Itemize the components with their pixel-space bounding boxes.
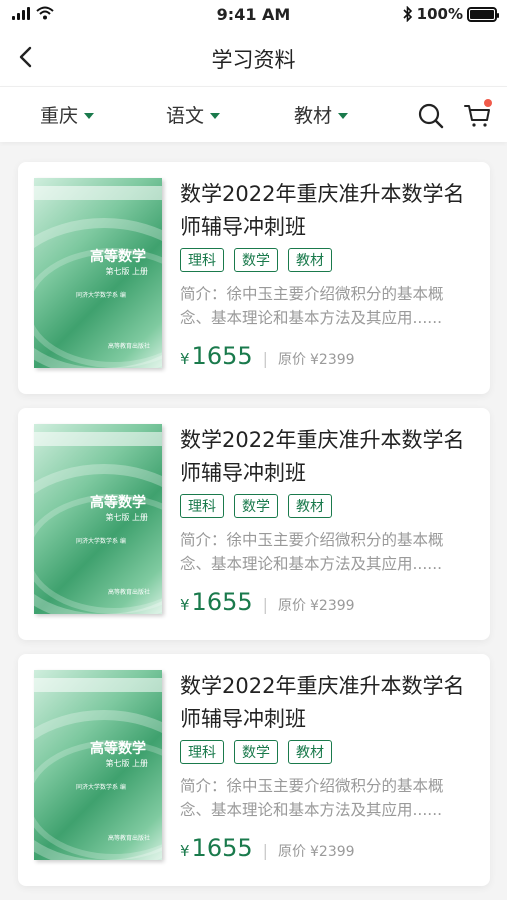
original-price-label: 原价 — [278, 598, 307, 614]
price-row: ¥ 1655 | 原价 ¥2399 — [180, 834, 355, 862]
product-card[interactable]: 高等数学 第七版 上册 同济大学数学系 编 高等教育出版社 数学2022年重庆准… — [18, 162, 490, 394]
status-right: 100% — [403, 5, 499, 23]
original-price: ¥2399 — [310, 844, 355, 860]
cart-badge-dot — [484, 99, 492, 107]
subject-filter-label: 语文 — [166, 105, 205, 127]
tag: 教材 — [288, 494, 332, 518]
caret-down-icon — [84, 112, 95, 119]
product-description: 简介：徐中玉主要介绍微积分的基本概念、基本理论和基本方法及其应用...... — [180, 777, 444, 819]
current-price: 1655 — [191, 834, 253, 862]
cover-edition: 第七版 上册 — [105, 759, 148, 768]
cover-publisher: 高等教育出版社 — [107, 835, 150, 842]
region-filter[interactable]: 重庆 — [40, 101, 95, 128]
cover-title: 高等数学 — [90, 249, 146, 265]
product-title: 数学2022年重庆准升本数学名师辅导冲刺班 — [180, 674, 465, 731]
cover-author: 同济大学数学系 编 — [76, 784, 126, 791]
price-divider: | — [262, 595, 269, 614]
tag-list: 理科 数学 教材 — [180, 248, 332, 272]
price-divider: | — [262, 841, 269, 860]
subject-filter[interactable]: 语文 — [166, 101, 221, 128]
caret-down-icon — [338, 112, 349, 119]
tag: 数学 — [234, 494, 278, 518]
currency-symbol: ¥ — [180, 596, 190, 614]
product-title: 数学2022年重庆准升本数学名师辅导冲刺班 — [180, 428, 465, 485]
current-price: 1655 — [191, 588, 253, 616]
tag: 理科 — [180, 248, 224, 272]
cover-title: 高等数学 — [90, 741, 146, 757]
cover-publisher: 高等教育出版社 — [107, 343, 150, 350]
cover-publisher: 高等教育出版社 — [107, 589, 150, 596]
battery-icon — [467, 6, 499, 22]
type-filter[interactable]: 教材 — [294, 101, 349, 128]
status-bar: 9:41 AM 100% — [0, 0, 507, 30]
product-description: 简介：徐中玉主要介绍微积分的基本概念、基本理论和基本方法及其应用...... — [180, 531, 444, 573]
product-card[interactable]: 高等数学 第七版 上册 同济大学数学系 编 高等教育出版社 数学2022年重庆准… — [18, 408, 490, 640]
currency-symbol: ¥ — [180, 350, 190, 368]
caret-down-icon — [210, 112, 221, 119]
cover-edition: 第七版 上册 — [105, 513, 148, 522]
book-cover-image: 高等数学 第七版 上册 同济大学数学系 编 高等教育出版社 — [34, 178, 162, 368]
book-cover-image: 高等数学 第七版 上册 同济大学数学系 编 高等教育出版社 — [34, 424, 162, 614]
original-price: ¥2399 — [310, 598, 355, 614]
cover-title: 高等数学 — [90, 495, 146, 511]
battery-percent: 100% — [416, 5, 463, 23]
tag-list: 理科 数学 教材 — [180, 494, 332, 518]
tag: 教材 — [288, 740, 332, 764]
cover-edition: 第七版 上册 — [105, 267, 148, 276]
filter-bar: 重庆 语文 教材 — [0, 86, 507, 142]
currency-symbol: ¥ — [180, 842, 190, 860]
region-filter-label: 重庆 — [40, 105, 79, 127]
product-title: 数学2022年重庆准升本数学名师辅导冲刺班 — [180, 182, 465, 239]
product-card[interactable]: 高等数学 第七版 上册 同济大学数学系 编 高等教育出版社 数学2022年重庆准… — [18, 654, 490, 886]
cart-button[interactable] — [462, 99, 494, 131]
tag: 数学 — [234, 740, 278, 764]
price-row: ¥ 1655 | 原价 ¥2399 — [180, 342, 355, 370]
tag: 教材 — [288, 248, 332, 272]
page-title: 学习资料 — [211, 48, 296, 72]
price-row: ¥ 1655 | 原价 ¥2399 — [180, 588, 355, 616]
product-description: 简介：徐中玉主要介绍微积分的基本概念、基本理论和基本方法及其应用...... — [180, 285, 444, 327]
cover-band — [34, 186, 162, 200]
battery-fill — [470, 9, 494, 19]
nav-bar: 学习资料 — [0, 30, 507, 86]
original-price-label: 原价 — [278, 844, 307, 860]
search-button[interactable] — [416, 101, 446, 131]
tag: 理科 — [180, 494, 224, 518]
cover-author: 同济大学数学系 编 — [76, 538, 126, 545]
original-price-label: 原价 — [278, 352, 307, 368]
tag-list: 理科 数学 教材 — [180, 740, 332, 764]
current-price: 1655 — [191, 342, 253, 370]
book-cover-image: 高等数学 第七版 上册 同济大学数学系 编 高等教育出版社 — [34, 670, 162, 860]
search-icon — [418, 103, 444, 129]
bluetooth-icon — [403, 6, 412, 22]
tag: 理科 — [180, 740, 224, 764]
type-filter-label: 教材 — [294, 105, 333, 127]
cover-band — [34, 678, 162, 692]
price-divider: | — [262, 349, 269, 368]
cover-band — [34, 432, 162, 446]
cover-author: 同济大学数学系 编 — [76, 292, 126, 299]
tag: 数学 — [234, 248, 278, 272]
original-price: ¥2399 — [310, 352, 355, 368]
